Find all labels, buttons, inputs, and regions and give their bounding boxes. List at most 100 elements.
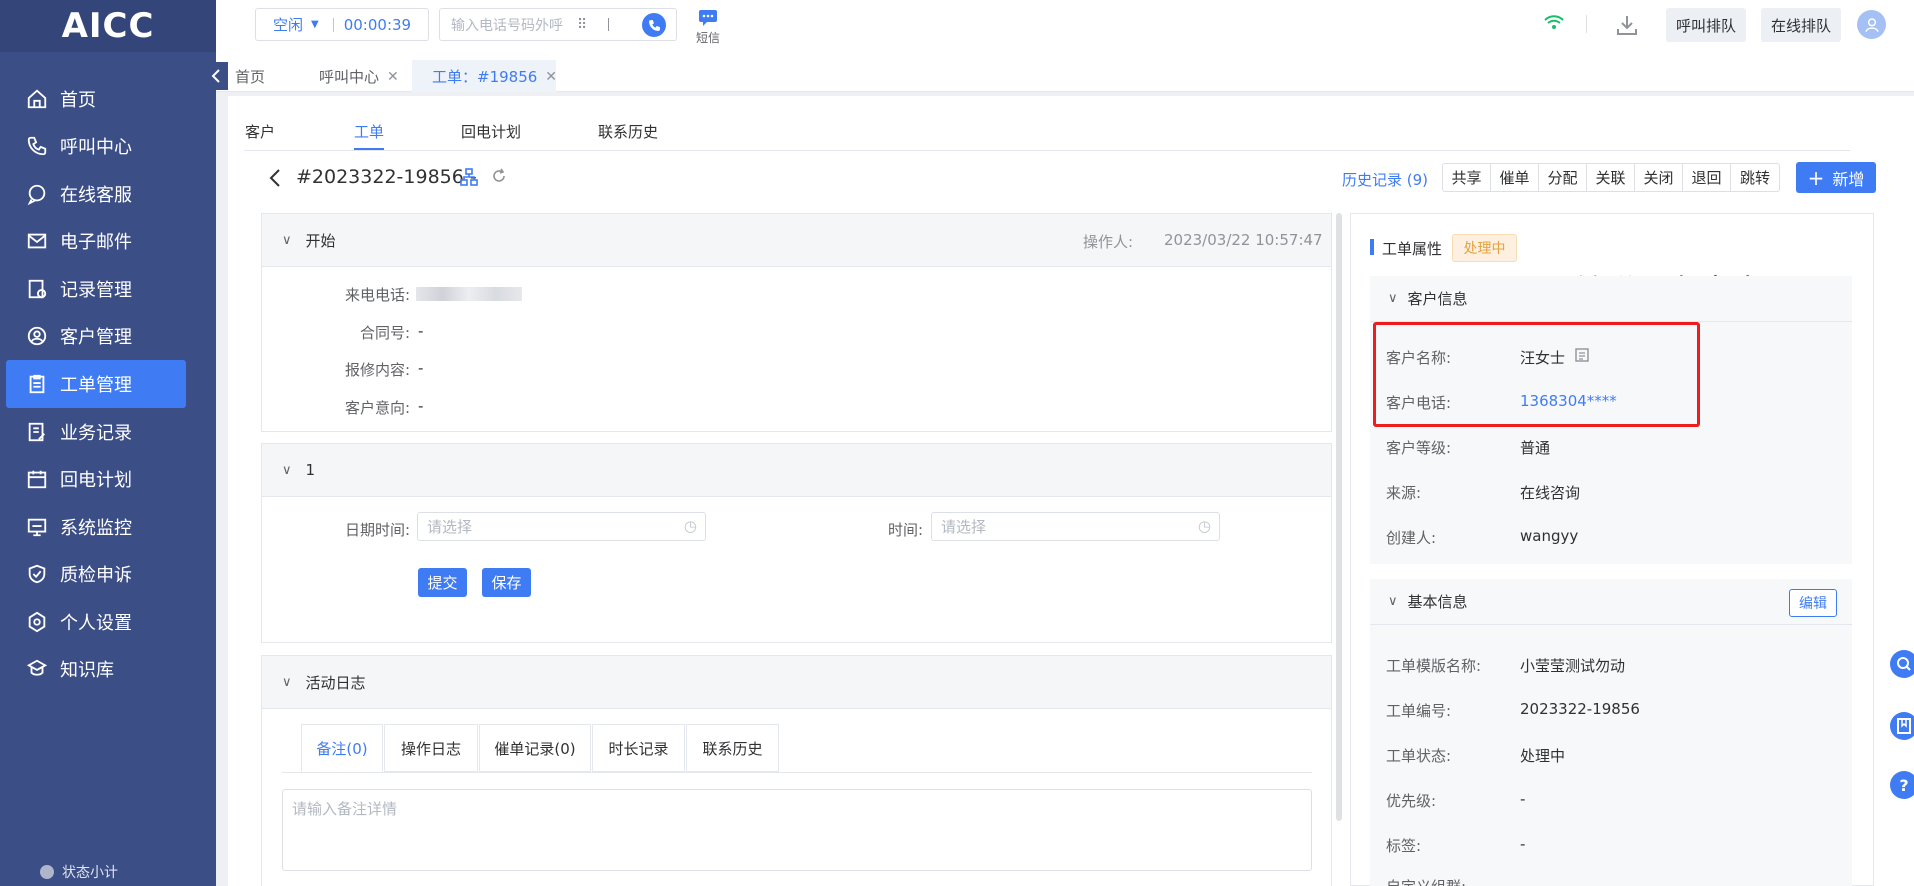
basic-info-header[interactable]: ∨ 基本信息 — [1370, 579, 1852, 625]
sidebar-item-customers[interactable]: 客户管理 — [6, 312, 186, 360]
basic-info-card: ∨ 基本信息 — [1370, 579, 1852, 886]
sidebar-item-label: 业务记录 — [60, 423, 132, 444]
settings-icon — [28, 611, 46, 633]
help-float-button[interactable]: ? — [1890, 771, 1914, 799]
kv-label: 工单编号: — [1386, 702, 1452, 720]
link-button[interactable]: 关联 — [1587, 164, 1635, 191]
agent-status[interactable]: 空闲 — [273, 14, 303, 35]
return-button[interactable]: 退回 — [1683, 164, 1731, 191]
step-section-header[interactable]: ∨ 1 — [262, 444, 1331, 497]
note-textarea[interactable]: 请输入备注详情 — [282, 789, 1312, 871]
call-timer: 00:00:39 — [343, 15, 412, 34]
notebook-icon — [1897, 718, 1911, 734]
sidebar-item-qc-appeal[interactable]: 质检申诉 — [6, 550, 186, 598]
keypad-icon[interactable]: ⠿ — [577, 17, 587, 33]
help-icon: ? — [1899, 775, 1909, 795]
flowchart-icon[interactable] — [460, 168, 478, 186]
avatar[interactable] — [1857, 10, 1886, 39]
share-button[interactable]: 共享 — [1443, 164, 1491, 191]
sidebar-item-business[interactable]: 业务记录 — [6, 408, 186, 456]
tab-duration-records[interactable]: 时长记录 — [592, 724, 685, 772]
new-button-label: 新增 — [1832, 169, 1865, 189]
book-icon — [26, 659, 48, 676]
subtab-callback-plan[interactable]: 回电计划 — [461, 121, 521, 142]
sidebar-item-label: 电子邮件 — [60, 232, 132, 253]
date-input[interactable]: 请选择 ◷ — [417, 512, 706, 541]
activity-section-header[interactable]: ∨ 活动日志 — [262, 656, 1331, 709]
sidebar-item-tickets[interactable]: 工单管理 — [6, 360, 186, 408]
collapse-sidebar-button[interactable] — [204, 62, 228, 90]
tab-contact-history[interactable]: 联系历史 — [686, 724, 779, 772]
call-button[interactable] — [642, 13, 666, 37]
assign-button[interactable]: 分配 — [1539, 164, 1587, 191]
history-link[interactable]: 历史记录 (9) — [1342, 169, 1428, 190]
online-queue-button[interactable]: 在线排队 — [1761, 8, 1841, 42]
start-section-header[interactable]: ∨ 开始 操作人: 2023/03/22 10:57:47 — [262, 214, 1331, 267]
sidebar-item-settings[interactable]: 个人设置 — [6, 598, 186, 646]
status-summary[interactable]: 状态小计 — [40, 862, 118, 882]
monitor-icon — [27, 518, 47, 537]
sidebar-item-home[interactable]: 首页 — [6, 75, 186, 123]
card-title: 客户信息 — [1407, 290, 1468, 308]
close-icon[interactable]: ✕ — [545, 69, 557, 85]
refresh-icon[interactable] — [491, 168, 507, 184]
urge-button[interactable]: 催单 — [1491, 164, 1539, 191]
panel-title: 工单属性 — [1382, 240, 1443, 258]
sidebar-item-records[interactable]: 记录管理 — [6, 265, 186, 313]
sms-button[interactable]: 短信 — [694, 9, 722, 46]
chevron-down-icon: ∨ — [282, 462, 292, 478]
subtab-ticket[interactable]: 工单 — [354, 121, 384, 142]
customer-info-header[interactable]: ∨ 客户信息 — [1370, 276, 1852, 322]
panel-title-marker — [1370, 239, 1374, 255]
tab-operation-log[interactable]: 操作日志 — [384, 724, 478, 772]
kv-value: wangyy — [1520, 527, 1579, 545]
chevron-down-icon: ∨ — [1388, 291, 1398, 306]
subtab-customer[interactable]: 客户 — [245, 121, 275, 142]
tab-ticket[interactable]: 工单：#19856 ✕ — [432, 66, 557, 87]
section-title: 1 — [305, 461, 316, 479]
operator-datetime: 2023/03/22 10:57:47 — [1164, 231, 1323, 249]
edit-button[interactable]: 编辑 — [1789, 589, 1837, 617]
call-queue-button[interactable]: 呼叫排队 — [1666, 8, 1746, 42]
sidebar-item-label: 工单管理 — [60, 375, 132, 396]
kv-label: 自定义组群: — [1386, 876, 1466, 886]
tab-urge-records[interactable]: 催单记录(0) — [479, 724, 591, 772]
save-button[interactable]: 保存 — [482, 568, 531, 597]
sidebar-item-monitor[interactable]: 系统监控 — [6, 503, 186, 551]
field-value: - — [418, 359, 424, 377]
close-icon[interactable]: ✕ — [387, 69, 399, 85]
tab-notes[interactable]: 备注(0) — [301, 724, 383, 772]
sidebar-item-label: 系统监控 — [60, 518, 132, 539]
kv-value: 在线咨询 — [1520, 484, 1581, 502]
scrollbar[interactable] — [1336, 213, 1342, 821]
status-summary-label: 状态小计 — [62, 865, 118, 881]
sidebar-item-knowledge[interactable]: 知识库 — [6, 645, 186, 693]
field-label: 报修内容: — [344, 361, 410, 379]
jump-button[interactable]: 跳转 — [1731, 164, 1779, 191]
chevron-down-icon: ∨ — [1388, 594, 1398, 609]
mail-icon — [27, 233, 47, 249]
user-icon — [27, 326, 47, 346]
tab-home[interactable]: 首页 — [235, 66, 265, 87]
time-input[interactable]: 请选择 ◷ — [931, 512, 1220, 541]
search-icon — [1897, 657, 1911, 671]
chevron-down-icon: ∨ — [282, 232, 292, 248]
sidebar-item-call-center[interactable]: 呼叫中心 — [6, 122, 186, 170]
status-badge: 处理中 — [1452, 234, 1517, 262]
back-arrow-icon[interactable] — [268, 168, 282, 188]
new-button[interactable]: + 新增 — [1796, 162, 1876, 193]
search-float-button[interactable] — [1890, 650, 1914, 678]
dial-input[interactable]: 输入电话号码外呼 — [451, 15, 563, 35]
sidebar-item-callback-plan[interactable]: 回电计划 — [6, 455, 186, 503]
close-ticket-button[interactable]: 关闭 — [1635, 164, 1683, 191]
subtab-contact-history[interactable]: 联系历史 — [598, 121, 658, 142]
business-icon — [28, 422, 45, 442]
dial-box[interactable]: 输入电话号码外呼 ⠿ — [439, 8, 677, 41]
agent-status-box[interactable]: 空闲 ▼ 00:00:39 — [255, 8, 429, 41]
download-icon[interactable] — [1616, 14, 1638, 36]
submit-button[interactable]: 提交 — [418, 568, 467, 597]
sidebar-item-online-service[interactable]: 在线客服 — [6, 170, 186, 218]
sidebar-item-email[interactable]: 电子邮件 — [6, 217, 186, 265]
tab-call-center[interactable]: 呼叫中心 ✕ — [319, 66, 399, 87]
notebook-float-button[interactable] — [1890, 712, 1914, 740]
